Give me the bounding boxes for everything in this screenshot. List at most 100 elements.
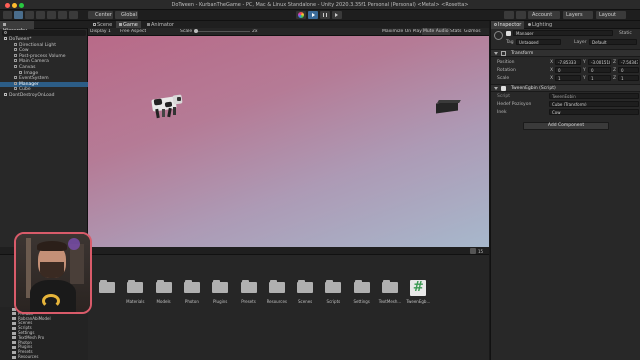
project-asset[interactable]: Resources	[262, 277, 292, 307]
scale-label: Scale	[180, 29, 193, 34]
inek-field[interactable]: Cow	[549, 109, 639, 115]
rotation-x-field[interactable]: 0	[555, 67, 581, 73]
rotation-y-field[interactable]: 0	[588, 67, 611, 73]
project-asset-label: Presets	[241, 299, 256, 304]
project-asset[interactable]: Plugins	[205, 277, 235, 307]
script-title: TweenEgbin (Script)	[511, 86, 556, 91]
stats-toggle[interactable]: Stats	[450, 29, 462, 34]
minimize-window-button[interactable]	[12, 3, 17, 8]
color-wheel-icon[interactable]	[296, 11, 306, 19]
layout-dropdown[interactable]: Layout	[596, 11, 626, 19]
hierarchy-item-label: Cow	[19, 48, 29, 54]
mute-audio-toggle[interactable]: Mute Audio	[422, 28, 450, 35]
component-enabled-checkbox[interactable]	[501, 86, 506, 91]
add-component-button[interactable]: Add Component	[523, 122, 609, 130]
folder-icon	[12, 331, 16, 335]
project-tree-item[interactable]: Resources	[0, 354, 88, 360]
hierarchy-item[interactable]: Image	[0, 70, 88, 76]
hierarchy-item[interactable]: Main Camera	[0, 59, 88, 64]
folder-icon	[212, 280, 229, 293]
pivot-center-button[interactable]: Center	[88, 11, 113, 19]
collab-icon[interactable]	[504, 11, 514, 19]
position-y-field[interactable]: -3.001518	[588, 59, 611, 65]
transform-tool-button[interactable]	[58, 11, 67, 19]
gizmos-dropdown[interactable]: Gizmos	[464, 29, 481, 34]
hierarchy-item[interactable]: Manager	[0, 81, 88, 87]
object-name-field[interactable]: Manager	[513, 30, 613, 36]
scale-z-field[interactable]: 1	[618, 75, 639, 81]
center-label: Center	[95, 12, 112, 18]
cloud-icon[interactable]	[516, 11, 526, 19]
project-asset[interactable]: Scripts	[318, 277, 348, 307]
rect-tool-button[interactable]	[47, 11, 56, 19]
gameobject-icon	[14, 87, 17, 91]
transform-title: Transform	[511, 51, 534, 56]
scale-x-field[interactable]: 1	[555, 75, 581, 81]
active-checkbox[interactable]	[506, 31, 511, 36]
project-asset[interactable]: # TweenEgb...	[403, 277, 433, 307]
folder-icon	[353, 280, 370, 293]
hierarchy-item[interactable]: Canvas	[0, 65, 88, 70]
scale-y-field[interactable]: 1	[588, 75, 611, 81]
layer-dropdown[interactable]: Default	[589, 39, 637, 45]
hierarchy-item[interactable]: Cube	[0, 87, 88, 92]
hierarchy-item[interactable]: Cow	[0, 48, 88, 53]
account-dropdown[interactable]: Account	[528, 11, 560, 19]
hierarchy-item[interactable]: EventSystem	[0, 76, 88, 81]
hierarchy-item-label: Directional Light	[19, 42, 56, 48]
list-icon	[3, 23, 6, 26]
foldout-icon	[494, 52, 498, 55]
scale-tool-button[interactable]	[36, 11, 45, 19]
tab-hierarchy[interactable]: Hierarchy	[0, 21, 34, 34]
project-asset[interactable]: Scenes	[290, 277, 320, 307]
position-x-field[interactable]: -7.85333	[555, 59, 581, 65]
rotate-tool-button[interactable]	[25, 11, 34, 19]
hierarchy-item[interactable]: DoTween*	[0, 37, 88, 42]
static-toggle[interactable]: Static	[619, 31, 632, 36]
game-view[interactable]	[88, 36, 489, 247]
pivot-global-button[interactable]: Global	[115, 11, 138, 19]
hedef-pozisyon-field[interactable]: Cube (Transform)	[549, 101, 639, 107]
inek-label: Inek	[497, 110, 507, 115]
position-label: Position	[497, 60, 515, 65]
zoom-window-button[interactable]	[19, 3, 24, 8]
layers-dropdown[interactable]: Layers	[563, 11, 593, 19]
project-asset[interactable]: Models	[149, 277, 179, 307]
hedef-pozisyon-label: Hedef Pozisyon	[497, 102, 532, 107]
pause-button[interactable]	[320, 11, 330, 19]
project-asset-label: Plugins	[213, 299, 228, 304]
custom-tool-button[interactable]	[69, 11, 78, 19]
play-button[interactable]	[308, 11, 318, 19]
folder-icon	[12, 341, 16, 345]
webcam-overlay	[14, 232, 92, 314]
gameobject-icon	[14, 65, 17, 68]
project-asset[interactable]	[92, 277, 122, 307]
step-button[interactable]	[332, 11, 342, 19]
hierarchy-search-input[interactable]	[2, 30, 86, 36]
maximize-on-play-toggle[interactable]: Maximize On Play	[382, 29, 422, 34]
transform-header[interactable]: Transform	[491, 49, 640, 57]
tab-inspector[interactable]: Inspector	[491, 21, 525, 29]
close-window-button[interactable]	[5, 3, 10, 8]
script-component-header[interactable]: TweenEgbin (Script)	[491, 84, 640, 92]
rotation-z-field[interactable]: 0	[618, 67, 639, 73]
aspect-dropdown[interactable]: Free Aspect	[120, 29, 146, 34]
project-asset[interactable]: Materials	[120, 277, 150, 307]
scale-slider-handle[interactable]	[194, 29, 198, 33]
hierarchy-item[interactable]: Directional Light	[0, 42, 88, 48]
scale-slider[interactable]	[194, 29, 250, 33]
folder-icon	[12, 312, 16, 316]
info-icon	[494, 23, 497, 26]
tab-lighting[interactable]: Lighting	[525, 21, 555, 29]
project-asset[interactable]: Photon	[177, 277, 207, 307]
hand-tool-button[interactable]	[3, 11, 12, 19]
hierarchy-item[interactable]: DontDestroyOnLoad	[0, 93, 88, 98]
project-asset[interactable]: Settings	[347, 277, 377, 307]
axis-z-label: Z	[613, 76, 617, 81]
project-asset[interactable]: TextMesh...	[375, 277, 405, 307]
move-tool-button[interactable]	[14, 11, 23, 19]
display-dropdown[interactable]: Display 1	[90, 29, 111, 34]
tag-dropdown[interactable]: Untagged	[516, 39, 561, 45]
position-z-field[interactable]: -7.543437	[618, 59, 639, 65]
project-asset[interactable]: Presets	[234, 277, 264, 307]
